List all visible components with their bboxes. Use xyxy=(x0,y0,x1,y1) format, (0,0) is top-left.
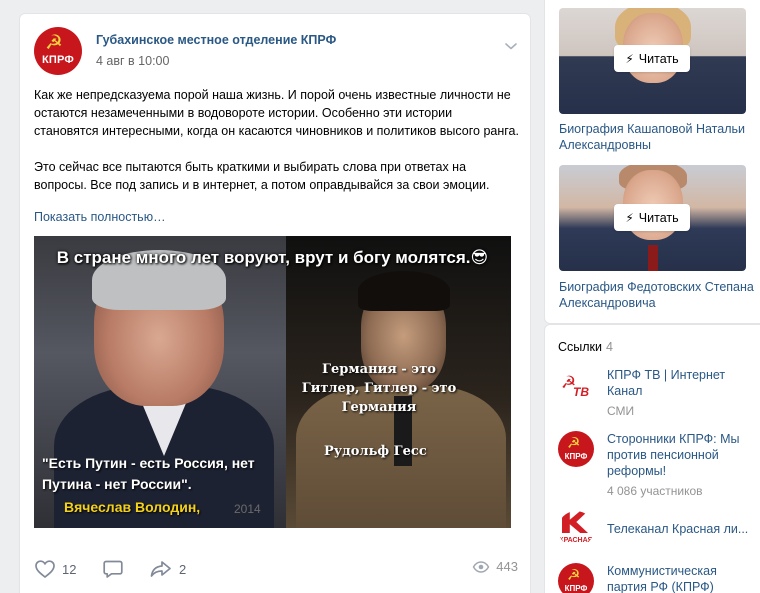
like-button[interactable]: 12 xyxy=(34,559,76,579)
article-thumbnail[interactable]: ⚡ Читать xyxy=(559,165,746,271)
author-avatar[interactable]: ☭ КПРФ xyxy=(34,27,82,75)
like-count: 12 xyxy=(62,561,77,577)
post-actions: 12 2 443 xyxy=(34,555,518,585)
post-paragraph: Как же непредсказуема порой наша жизнь. … xyxy=(34,88,519,138)
kprf-logo-icon: ☭ КПРФ xyxy=(558,563,594,593)
image-caption-name-right: Рудольф Гесс xyxy=(324,444,427,459)
k-letter-icon xyxy=(562,511,588,533)
link-icon-label: КРАСНАЯ xyxy=(559,537,593,544)
link-name[interactable]: КПРФ ТВ | Интернет Канал xyxy=(607,367,757,399)
image-caption-year: 2014 xyxy=(234,502,261,516)
link-name[interactable]: Коммунистическая партия РФ (КПРФ) xyxy=(607,563,757,593)
share-count: 2 xyxy=(179,561,187,577)
wall-post: ☭ КПРФ Губахинское местное отделение КПР… xyxy=(19,13,531,593)
hammer-sickle-icon: ☭ xyxy=(45,32,63,54)
comment-icon xyxy=(103,560,123,578)
image-caption-top: В стране много лет воруют, врут и богу м… xyxy=(56,248,489,267)
post-paragraph: Это сейчас все пытаются быть краткими и … xyxy=(34,160,490,192)
link-icon-label: КПРФ xyxy=(564,584,588,593)
links-block: Ссылки 4 ☭ ТВ КПРФ ТВ | Интернет Канал СМ… xyxy=(544,324,760,593)
share-icon xyxy=(150,561,171,577)
lightning-icon: ⚡ xyxy=(625,210,634,225)
link-name[interactable]: Сторонники КПРФ: Мы против пенсионной ре… xyxy=(607,431,757,479)
comment-button[interactable] xyxy=(102,559,124,579)
chevron-down-icon[interactable] xyxy=(504,39,518,53)
krasnaya-liniya-logo-icon: КРАСНАЯ xyxy=(558,511,594,547)
read-button-label: Читать xyxy=(638,210,679,225)
post-image[interactable]: В стране много лет воруют, врут и богу м… xyxy=(34,236,511,528)
image-caption-germany: Германия - это Гитлер, Гитлер - это Герм… xyxy=(301,362,457,415)
kprf-logo-icon: ☭ КПРФ xyxy=(558,431,594,467)
read-button[interactable]: ⚡ Читать xyxy=(614,204,690,231)
avatar-label: КПРФ xyxy=(41,54,74,66)
link-name[interactable]: Телеканал Красная ли... xyxy=(607,521,757,537)
links-title: Ссылки xyxy=(558,340,603,354)
share-button[interactable]: 2 xyxy=(149,559,186,579)
eye-icon xyxy=(472,560,490,573)
link-subtitle: 4 086 участников xyxy=(607,484,703,498)
articles-block: ⚡ Читать Биография Кашаповой Натальи Але… xyxy=(544,0,760,324)
article-thumbnail[interactable]: ⚡ Читать xyxy=(559,8,746,114)
read-button-label: Читать xyxy=(638,51,679,66)
heart-icon xyxy=(35,560,55,579)
links-header[interactable]: Ссылки 4 xyxy=(558,340,613,354)
article-title[interactable]: Биография Федотовских Степана Александро… xyxy=(559,279,754,311)
post-text: Как же непредсказуема порой наша жизнь. … xyxy=(34,86,520,194)
views-count: 443 xyxy=(496,559,518,574)
image-caption-name-left: Вячеслав Володин, xyxy=(64,499,201,515)
hammer-sickle-icon: ☭ xyxy=(567,435,581,452)
thumbnail-figure xyxy=(648,245,658,271)
article-title[interactable]: Биография Кашаповой Натальи Александровн… xyxy=(559,121,754,153)
hammer-sickle-icon: ☭ xyxy=(567,567,581,584)
links-count: 4 xyxy=(606,340,613,354)
post-author[interactable]: Губахинское местное отделение КПРФ xyxy=(96,33,336,47)
kprf-tv-logo-icon: ☭ ТВ xyxy=(558,367,594,403)
read-button[interactable]: ⚡ Читать xyxy=(614,45,690,72)
views-counter: 443 xyxy=(472,559,518,574)
post-header: ☭ КПРФ Губахинское местное отделение КПР… xyxy=(34,27,518,77)
image-caption-quote: "Есть Путин - есть Россия, нет Путина - … xyxy=(42,455,255,492)
image-figure xyxy=(358,271,450,311)
link-subtitle: СМИ xyxy=(607,404,635,418)
post-date[interactable]: 4 авг в 10:00 xyxy=(96,54,169,68)
link-icon-label: КПРФ xyxy=(564,452,588,461)
link-icon-label: ТВ xyxy=(573,385,589,399)
show-more-link[interactable]: Показать полностью… xyxy=(34,210,166,224)
lightning-icon: ⚡ xyxy=(625,51,634,66)
